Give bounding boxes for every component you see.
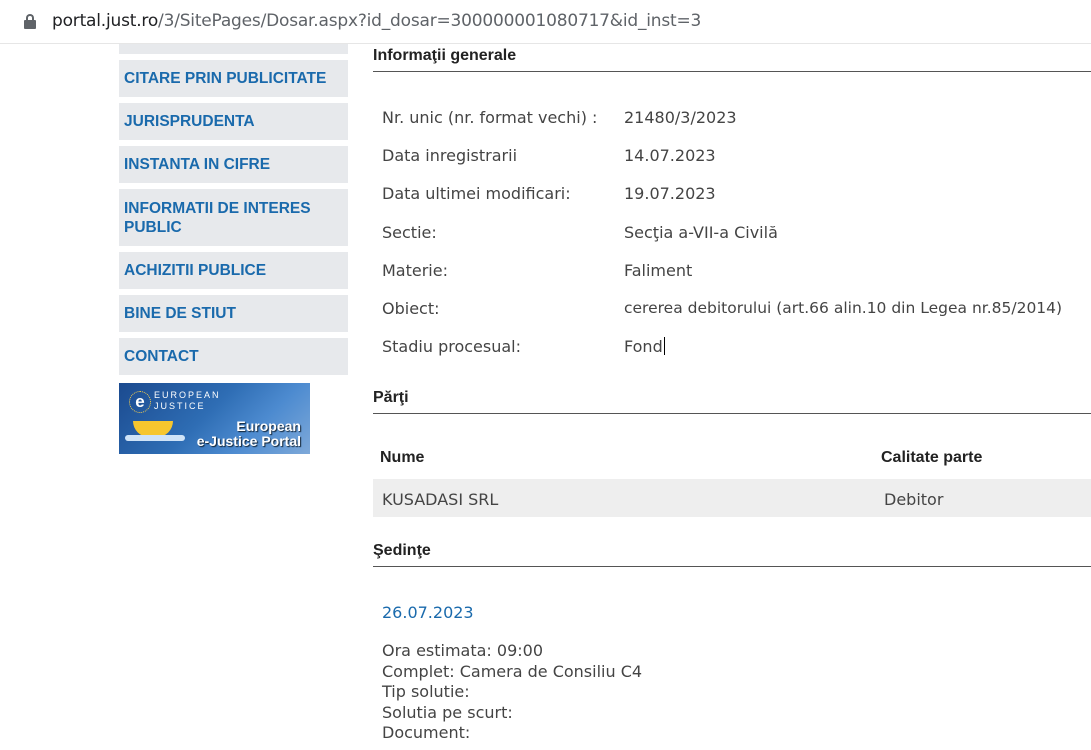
lock-icon[interactable] [24, 14, 36, 29]
url-text[interactable]: portal.just.ro/3/SitePages/Dosar.aspx?id… [52, 11, 701, 31]
sidebar-item-informatii-interes-public[interactable]: INFORMATII DE INTERES PUBLIC [119, 189, 348, 246]
section-divider [373, 413, 1091, 414]
sidebar-item-bine-de-stiut[interactable]: BINE DE STIUT [119, 295, 348, 332]
table-cell-role: Debitor [884, 490, 944, 509]
url-path: /3/SitePages/Dosar.aspx?id_dosar=3000000… [158, 11, 702, 31]
field-value-stadiu-procesual: Fond [624, 337, 665, 356]
section-divider [373, 71, 1091, 72]
url-host: portal.just.ro [52, 11, 159, 31]
hearing-solutia-pe-scurt: Solutia pe scurt: [382, 702, 513, 722]
sidebar-item-label: CITARE PRIN PUBLICITATE [124, 70, 327, 87]
table-header-calitate-parte: Calitate parte [881, 449, 983, 466]
section-divider [373, 566, 1091, 567]
field-label-stadiu-procesual: Stadiu procesual: [382, 337, 521, 356]
table-cell-name: KUSADASI SRL [382, 490, 499, 509]
ejustice-small-line2: JUSTICE [154, 401, 206, 411]
ejustice-line1: European [236, 418, 301, 434]
text-cursor [663, 337, 665, 355]
field-label-obiect: Obiect: [382, 299, 440, 318]
ejustice-small-line1: EUROPEAN [154, 390, 221, 400]
sidebar-item-label: BINE DE STIUT [124, 305, 236, 322]
hearing-complet: Complet: Camera de Consiliu C4 [382, 661, 643, 681]
hearing-tip-solutie: Tip solutie: [382, 682, 470, 701]
ejustice-line2: e-Justice Portal [196, 433, 301, 449]
field-value-data-ultimei-modificari: 19.07.2023 [624, 184, 716, 203]
field-label-sectie: Sectie: [382, 223, 437, 242]
hearing-document: Document: [382, 723, 471, 742]
section-title-parti: Părţi [373, 389, 409, 406]
address-bar[interactable]: portal.just.ro/3/SitePages/Dosar.aspx?id… [0, 0, 1091, 44]
table-header-nume: Nume [380, 449, 425, 466]
sidebar-item-label: INSTANTA IN CIFRE [124, 156, 271, 173]
section-title-general: Informaţii generale [373, 47, 517, 64]
sidebar-item-label: JURISPRUDENTA [124, 113, 255, 130]
sidebar-item-achizitii-publice[interactable]: ACHIZITII PUBLICE [119, 252, 348, 289]
sidebar-item-contact[interactable]: CONTACT [119, 338, 348, 375]
ejustice-portal-banner[interactable]: e EUROPEAN JUSTICE European e-Justice Po… [119, 383, 310, 454]
field-label-data-ultimei-modificari: Data ultimei modificari: [382, 184, 571, 203]
sidebar-item-jurisprudenta[interactable]: JURISPRUDENTA [119, 103, 348, 140]
field-label-data-inregistrarii: Data inregistrarii [382, 146, 518, 165]
sidebar-item-label: INFORMATII DE INTERES PUBLIC [124, 199, 311, 236]
field-value-nr-unic: 21480/3/2023 [624, 108, 737, 127]
ejustice-logo-icon: e [129, 391, 151, 413]
sidebar-item-instanta-in-cifre[interactable]: INSTANTA IN CIFRE [119, 146, 348, 183]
sidebar-item-label: CONTACT [124, 348, 199, 365]
field-value-sectie: Secţia a-VII-a Civilă [624, 223, 778, 242]
sidebar-item-partial[interactable] [119, 44, 348, 54]
section-title-sedinte: Şedinţe [373, 542, 431, 559]
field-value-materie: Faliment [624, 261, 693, 280]
hearing-ora-estimata: Ora estimata: 09:00 [382, 641, 544, 660]
scales-base-icon [125, 435, 185, 441]
field-value-obiect: cererea debitorului (art.66 alin.10 din … [624, 299, 1063, 317]
field-value-data-inregistrarii: 14.07.2023 [624, 146, 716, 165]
field-label-materie: Materie: [382, 261, 448, 280]
sidebar-item-citare[interactable]: CITARE PRIN PUBLICITATE [119, 60, 348, 97]
sidebar-item-label: ACHIZITII PUBLICE [124, 262, 267, 279]
hearing-date-link[interactable]: 26.07.2023 [382, 603, 474, 622]
field-label-nr-unic: Nr. unic (nr. format vechi) : [382, 108, 598, 127]
